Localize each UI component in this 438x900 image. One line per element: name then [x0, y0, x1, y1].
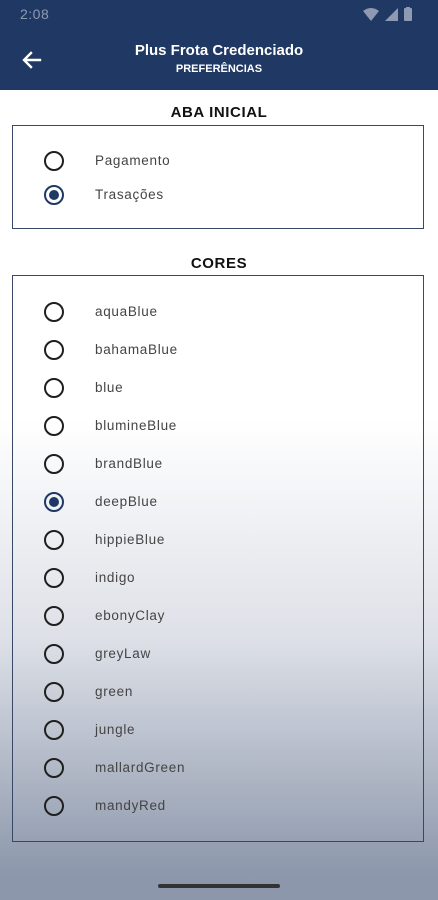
- radio-unchecked-icon[interactable]: [44, 416, 64, 436]
- radio-unchecked-icon[interactable]: [44, 151, 64, 171]
- radio-option-label: jungle: [95, 722, 136, 737]
- radio-option[interactable]: jungle: [13, 714, 423, 746]
- status-icons: [363, 7, 412, 21]
- radio-unchecked-icon[interactable]: [44, 378, 64, 398]
- radio-option-label: greyLaw: [95, 646, 151, 661]
- radio-option-label: mallardGreen: [95, 760, 186, 775]
- signal-icon: [385, 7, 398, 21]
- radio-option[interactable]: indigo: [13, 562, 423, 594]
- app-subtitle: PREFERÊNCIAS: [175, 63, 263, 75]
- battery-icon: [404, 7, 412, 21]
- status-time: 2:08: [20, 6, 50, 22]
- cores-title: CORES: [190, 255, 248, 272]
- status-bar: 2:08: [0, 0, 438, 30]
- radio-option-label: indigo: [95, 570, 136, 585]
- radio-unchecked-icon[interactable]: [44, 758, 64, 778]
- radio-checked-icon[interactable]: [44, 185, 64, 205]
- radio-unchecked-icon[interactable]: [44, 454, 64, 474]
- radio-checked-icon[interactable]: [44, 492, 64, 512]
- radio-unchecked-icon[interactable]: [44, 720, 64, 740]
- radio-option[interactable]: bahamaBlue: [13, 334, 423, 366]
- radio-option-label: blue: [95, 380, 124, 395]
- gesture-nav-handle[interactable]: [158, 884, 280, 888]
- aba-inicial-group: Pagamento Trasações: [12, 125, 424, 229]
- radio-option[interactable]: deepBlue: [13, 486, 423, 518]
- radio-option[interactable]: ebonyClay: [13, 600, 423, 632]
- wifi-icon: [363, 7, 379, 21]
- radio-unchecked-icon[interactable]: [44, 340, 64, 360]
- radio-unchecked-icon[interactable]: [44, 606, 64, 626]
- radio-option-label: deepBlue: [95, 494, 158, 509]
- radio-option-label: Trasações: [95, 187, 164, 202]
- radio-option-label: bahamaBlue: [95, 342, 178, 357]
- radio-option-label: brandBlue: [95, 456, 163, 471]
- radio-option-label: ebonyClay: [95, 608, 166, 623]
- radio-option[interactable]: brandBlue: [13, 448, 423, 480]
- radio-option[interactable]: hippieBlue: [13, 524, 423, 556]
- radio-option[interactable]: green: [13, 676, 423, 708]
- radio-unchecked-icon[interactable]: [44, 796, 64, 816]
- cores-group: aquaBlue bahamaBlue blue blumineBlue brandBl…: [12, 275, 424, 842]
- radio-unchecked-icon[interactable]: [44, 644, 64, 664]
- radio-option-label: hippieBlue: [95, 532, 166, 547]
- app-bar: Plus Frota Credenciado PREFERÊNCIAS: [0, 30, 438, 90]
- radio-option[interactable]: Trasações: [13, 179, 423, 211]
- radio-option[interactable]: blue: [13, 372, 423, 404]
- radio-option[interactable]: aquaBlue: [13, 296, 423, 328]
- radio-option[interactable]: mandyRed: [13, 790, 423, 822]
- radio-option[interactable]: blumineBlue: [13, 410, 423, 442]
- radio-option-label: aquaBlue: [95, 304, 158, 319]
- radio-option[interactable]: mallardGreen: [13, 752, 423, 784]
- aba-inicial-title: ABA INICIAL: [170, 104, 268, 121]
- radio-option-label: Pagamento: [95, 153, 171, 168]
- radio-option[interactable]: greyLaw: [13, 638, 423, 670]
- radio-option-label: blumineBlue: [95, 418, 177, 433]
- radio-unchecked-icon[interactable]: [44, 568, 64, 588]
- radio-unchecked-icon[interactable]: [44, 530, 64, 550]
- radio-option[interactable]: Pagamento: [13, 145, 423, 177]
- radio-unchecked-icon[interactable]: [44, 682, 64, 702]
- radio-unchecked-icon[interactable]: [44, 302, 64, 322]
- radio-option-label: green: [95, 684, 134, 699]
- radio-option-label: mandyRed: [95, 798, 166, 813]
- app-title: Plus Frota Credenciado: [134, 42, 304, 59]
